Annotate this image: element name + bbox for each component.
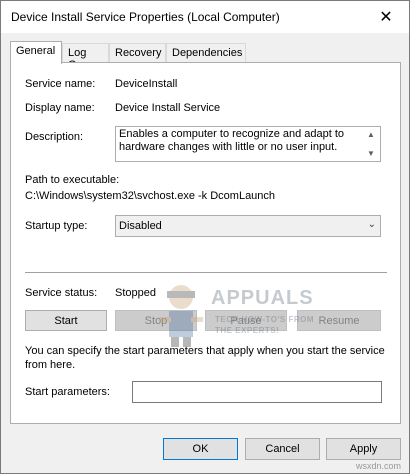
scroll-down-icon[interactable]: ▼ xyxy=(367,149,375,158)
appuals-watermark: APPUALS TECH HOW-TO'S FROM THE EXPERTS! xyxy=(153,281,323,351)
ok-button[interactable]: OK xyxy=(163,438,238,460)
mascot-icon xyxy=(159,285,203,347)
properties-window: Device Install Service Properties (Local… xyxy=(0,0,410,474)
startup-type-label: Startup type: xyxy=(25,220,88,232)
tab-recovery[interactable]: Recovery xyxy=(109,43,166,63)
tab-log-on[interactable]: Log On xyxy=(62,43,109,71)
path-label: Path to executable: xyxy=(25,174,120,186)
general-panel: Service name: DeviceInstall Display name… xyxy=(10,62,401,424)
startup-type-select[interactable]: Disabled ⌄ xyxy=(115,215,381,237)
window-title: Device Install Service Properties (Local… xyxy=(11,10,280,24)
title-bar: Device Install Service Properties (Local… xyxy=(1,1,409,33)
start-params-input[interactable] xyxy=(132,381,382,403)
watermark-brand: APPUALS xyxy=(211,287,314,309)
service-status-label: Service status: xyxy=(25,287,98,299)
watermark-tagline-1: TECH HOW-TO'S FROM xyxy=(215,315,315,324)
service-name-label: Service name: xyxy=(25,78,96,90)
separator xyxy=(25,272,387,273)
start-params-label: Start parameters: xyxy=(25,386,110,398)
site-watermark: wsxdn.com xyxy=(355,461,401,471)
description-scrollbar[interactable]: ▲ ▼ xyxy=(363,127,380,161)
display-name-value: Device Install Service xyxy=(115,102,221,114)
tab-general[interactable]: General xyxy=(10,41,62,64)
description-text: Enables a computer to recognize and adap… xyxy=(119,128,345,153)
path-value: C:\Windows\system32\svchost.exe -k DcomL… xyxy=(25,190,276,202)
watermark-tagline-2: THE EXPERTS! xyxy=(215,326,280,335)
cancel-button[interactable]: Cancel xyxy=(245,438,320,460)
display-name-label: Display name: xyxy=(25,102,95,114)
start-button[interactable]: Start xyxy=(25,310,107,331)
scroll-up-icon[interactable]: ▲ xyxy=(367,130,375,139)
close-icon[interactable]: ✕ xyxy=(363,1,409,33)
tab-dependencies[interactable]: Dependencies xyxy=(166,43,246,63)
service-name-value: DeviceInstall xyxy=(115,78,178,90)
apply-button[interactable]: Apply xyxy=(326,438,401,460)
description-label: Description: xyxy=(25,131,84,143)
chevron-down-icon[interactable]: ⌄ xyxy=(368,219,376,230)
startup-type-value: Disabled xyxy=(119,220,162,232)
description-box[interactable]: Enables a computer to recognize and adap… xyxy=(115,126,381,162)
service-status-value: Stopped xyxy=(115,287,156,299)
